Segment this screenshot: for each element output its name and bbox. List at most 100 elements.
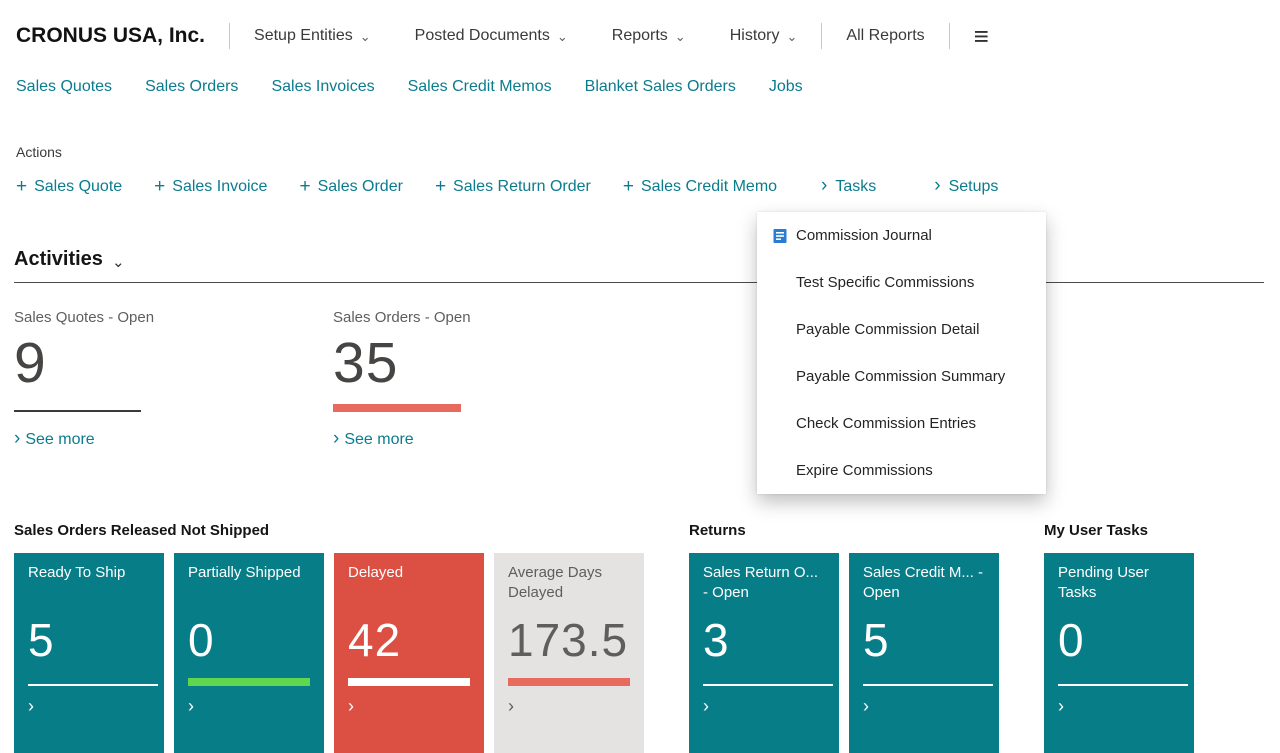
tile-underline — [703, 684, 833, 686]
menu-item-label: Expire Commissions — [796, 462, 933, 479]
cue-group-title: My User Tasks — [1044, 522, 1194, 539]
menu-reports[interactable]: Reports ⌄ — [612, 27, 686, 45]
kpi-label: Sales Orders - Open — [333, 309, 652, 326]
action-label: Sales Credit Memo — [641, 178, 777, 196]
menu-item-expire-commissions[interactable]: Expire Commissions — [757, 447, 1046, 494]
divider — [229, 23, 230, 49]
sub-navigation: Sales Quotes Sales Orders Sales Invoices… — [0, 72, 1280, 110]
journal-icon — [772, 228, 788, 244]
cue-tile-delayed[interactable]: Delayed 42 › — [334, 553, 484, 753]
subnav-sales-orders[interactable]: Sales Orders — [145, 78, 238, 96]
menu-label: Reports — [612, 27, 668, 45]
chevron-down-icon: ⌄ — [360, 29, 371, 45]
menu-setup-entities[interactable]: Setup Entities ⌄ — [254, 27, 371, 45]
menu-all-reports[interactable]: All Reports — [846, 27, 924, 45]
menu-item-label: Payable Commission Summary — [796, 368, 1005, 385]
company-name[interactable]: CRONUS USA, Inc. — [16, 24, 205, 48]
tile-value: 0 — [1058, 617, 1180, 663]
chevron-down-icon: ⌄ — [786, 29, 797, 45]
see-more-label: See more — [344, 431, 413, 449]
cue-group-title: Sales Orders Released Not Shipped — [14, 522, 644, 539]
chevron-right-icon: › — [508, 696, 630, 717]
tile-label: Sales Return O... - Open — [703, 563, 825, 607]
subnav-sales-invoices[interactable]: Sales Invoices — [271, 78, 374, 96]
subnav-jobs[interactable]: Jobs — [769, 78, 803, 96]
kpi-label: Sales Quotes - Open — [14, 309, 333, 326]
kpi-progress-bar — [333, 404, 461, 412]
action-label: Sales Invoice — [172, 178, 267, 196]
menu-item-commission-journal[interactable]: Commission Journal — [757, 212, 1046, 259]
tiles-row: Pending User Tasks 0 › — [1044, 553, 1194, 753]
cue-group-returns: Returns Sales Return O... - Open 3 › Sal… — [689, 522, 999, 753]
see-more-label: See more — [25, 431, 94, 449]
tile-label: Delayed — [348, 563, 470, 607]
tile-underline — [863, 684, 993, 686]
divider — [821, 23, 822, 49]
action-tasks-menu[interactable]: › Tasks — [821, 176, 876, 198]
activities-section: Activities ⌄ — [14, 248, 1264, 283]
action-label: Sales Quote — [34, 178, 122, 196]
action-label: Sales Return Order — [453, 178, 591, 196]
menu-history[interactable]: History ⌄ — [730, 27, 798, 45]
cue-tile-ready-to-ship[interactable]: Ready To Ship 5 › — [14, 553, 164, 753]
action-new-sales-quote[interactable]: + Sales Quote — [16, 176, 122, 198]
cue-tile-average-days-delayed[interactable]: Average Days Delayed 173.5 › — [494, 553, 644, 753]
menu-posted-documents[interactable]: Posted Documents ⌄ — [415, 27, 568, 45]
see-more-link[interactable]: › See more — [333, 429, 652, 451]
menu-item-test-specific-commissions[interactable]: Test Specific Commissions — [757, 259, 1046, 306]
plus-icon: + — [435, 176, 446, 198]
kpi-sales-orders-open: Sales Orders - Open 35 › See more — [333, 309, 652, 451]
chevron-down-icon: ⌄ — [112, 253, 125, 271]
menu-item-payable-commission-detail[interactable]: Payable Commission Detail — [757, 306, 1046, 353]
menu-label: Posted Documents — [415, 27, 550, 45]
tile-label: Partially Shipped — [188, 563, 310, 607]
plus-icon: + — [623, 176, 634, 198]
menu-label: History — [730, 27, 780, 45]
business-central-page: { "icons": { "plus": "+", "chevron_down"… — [0, 0, 1280, 720]
tile-value: 0 — [188, 617, 310, 663]
action-new-sales-credit-memo[interactable]: + Sales Credit Memo — [623, 176, 777, 198]
menu-item-label: Test Specific Commissions — [796, 274, 974, 291]
action-new-sales-order[interactable]: + Sales Order — [299, 176, 402, 198]
plus-icon: + — [154, 176, 165, 198]
subnav-blanket-sales-orders[interactable]: Blanket Sales Orders — [585, 78, 736, 96]
cue-tile-sales-return-orders-open[interactable]: Sales Return O... - Open 3 › — [689, 553, 839, 753]
cue-tile-sales-credit-memos-open[interactable]: Sales Credit M... - Open 5 › — [849, 553, 999, 753]
tile-progress-bar — [348, 678, 470, 686]
see-more-link[interactable]: › See more — [14, 429, 333, 451]
kpi-underline — [14, 410, 141, 412]
cue-groups-row: Sales Orders Released Not Shipped Ready … — [14, 522, 1194, 753]
menu-item-label: Commission Journal — [796, 227, 932, 244]
action-new-sales-return-order[interactable]: + Sales Return Order — [435, 176, 591, 198]
tiles-row: Sales Return O... - Open 3 › Sales Credi… — [689, 553, 999, 753]
divider — [14, 282, 1264, 283]
action-setups-menu[interactable]: › Setups — [934, 176, 998, 198]
menu-item-check-commission-entries[interactable]: Check Commission Entries — [757, 400, 1046, 447]
menu-item-payable-commission-summary[interactable]: Payable Commission Summary — [757, 353, 1046, 400]
kpi-value[interactable]: 35 — [333, 334, 652, 394]
subnav-sales-credit-memos[interactable]: Sales Credit Memos — [408, 78, 552, 96]
tile-label: Pending User Tasks — [1058, 563, 1180, 607]
main-menu: Setup Entities ⌄ Posted Documents ⌄ Repo… — [254, 27, 797, 45]
tile-value: 5 — [863, 617, 985, 663]
chevron-right-icon: › — [1058, 696, 1180, 717]
plus-icon: + — [299, 176, 310, 198]
chevron-right-icon: › — [28, 696, 150, 717]
chevron-right-icon: › — [333, 428, 339, 450]
cue-tile-pending-user-tasks[interactable]: Pending User Tasks 0 › — [1044, 553, 1194, 753]
action-new-sales-invoice[interactable]: + Sales Invoice — [154, 176, 267, 198]
chevron-right-icon: › — [14, 428, 20, 450]
chevron-right-icon: › — [934, 175, 940, 197]
activities-header[interactable]: Activities ⌄ — [14, 248, 125, 271]
kpi-value[interactable]: 9 — [14, 334, 333, 394]
cue-tile-partially-shipped[interactable]: Partially Shipped 0 › — [174, 553, 324, 753]
actions-row: + Sales Quote + Sales Invoice + Sales Or… — [16, 176, 1264, 198]
subnav-sales-quotes[interactable]: Sales Quotes — [16, 78, 112, 96]
chevron-down-icon: ⌄ — [557, 29, 568, 45]
chevron-right-icon: › — [348, 696, 470, 717]
tile-label: Ready To Ship — [28, 563, 150, 607]
cue-group-title: Returns — [689, 522, 999, 539]
hamburger-menu-icon[interactable]: ≡ — [974, 23, 989, 49]
section-title: Activities — [14, 248, 103, 271]
tile-progress-bar — [188, 678, 310, 686]
